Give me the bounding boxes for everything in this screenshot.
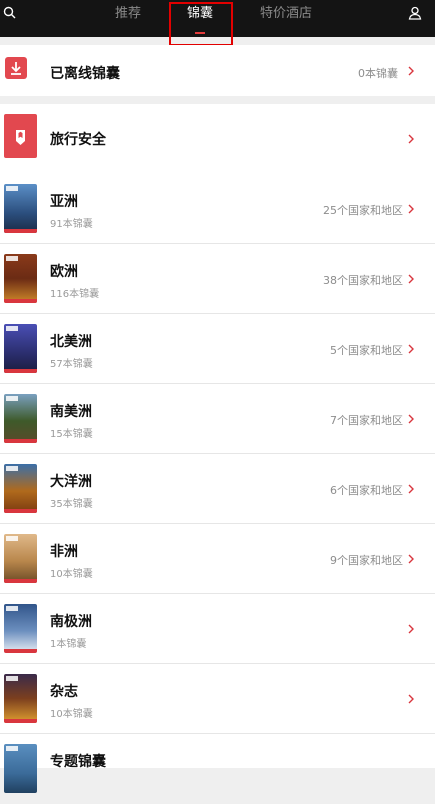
region-row-africa[interactable]: 非洲 10本锦囊 9个国家和地区	[0, 524, 435, 594]
chevron-right-icon	[408, 694, 414, 704]
guide-cover-thumbnail	[4, 394, 37, 443]
guide-cover-thumbnail	[4, 674, 37, 723]
region-guide-count: 1本锦囊	[50, 639, 87, 650]
guide-cover-thumbnail	[4, 604, 37, 653]
chevron-right-icon	[408, 554, 414, 564]
guide-cover-thumbnail	[4, 534, 37, 583]
region-name: 亚洲	[50, 194, 78, 210]
guide-cover-thumbnail	[4, 254, 37, 303]
chevron-right-icon	[408, 134, 414, 144]
region-row-south-america[interactable]: 南美洲 15本锦囊 7个国家和地区	[0, 384, 435, 454]
region-guide-count: 91本锦囊	[50, 219, 93, 230]
region-country-count: 5个国家和地区	[330, 344, 403, 357]
guide-cover-thumbnail	[4, 324, 37, 373]
tab-hotel-deals[interactable]: 特价酒店	[260, 7, 312, 21]
offline-guides-title: 已离线锦囊	[50, 66, 120, 82]
magazine-title: 杂志	[50, 684, 78, 700]
top-navigation-bar: 推荐 锦囊 特价酒店	[0, 0, 435, 46]
chevron-right-icon	[408, 624, 414, 634]
user-icon[interactable]	[408, 6, 422, 20]
region-country-count: 9个国家和地区	[330, 554, 403, 567]
region-guide-count: 15本锦囊	[50, 429, 93, 440]
chevron-right-icon	[408, 414, 414, 424]
guide-category-list: 旅行安全 亚洲 91本锦囊 25个国家和地区 欧洲 116本锦囊 38个国家和地…	[0, 104, 435, 793]
magazine-row[interactable]: 杂志 10本锦囊	[0, 664, 435, 734]
region-row-north-america[interactable]: 北美洲 57本锦囊 5个国家和地区	[0, 314, 435, 384]
offline-guides-count: 0本锦囊	[358, 67, 398, 80]
region-name: 南极洲	[50, 614, 92, 630]
chevron-right-icon	[408, 344, 414, 354]
region-row-antarctica[interactable]: 南极洲 1本锦囊	[0, 594, 435, 664]
chevron-right-icon	[408, 204, 414, 214]
chevron-right-icon	[408, 274, 414, 284]
region-guide-count: 116本锦囊	[50, 289, 100, 300]
topic-guides-row[interactable]: 专题锦囊	[0, 734, 435, 804]
guide-cover-thumbnail	[4, 184, 37, 233]
region-guide-count: 35本锦囊	[50, 499, 93, 510]
tab-highlight-box	[169, 2, 233, 46]
region-guide-count: 10本锦囊	[50, 569, 93, 580]
region-name: 南美洲	[50, 404, 92, 420]
region-country-count: 7个国家和地区	[330, 414, 403, 427]
chevron-right-icon	[408, 66, 414, 76]
region-country-count: 6个国家和地区	[330, 484, 403, 497]
region-row-oceania[interactable]: 大洋洲 35本锦囊 6个国家和地区	[0, 454, 435, 524]
region-row-asia[interactable]: 亚洲 91本锦囊 25个国家和地区	[0, 174, 435, 244]
region-name: 非洲	[50, 544, 78, 560]
region-name: 欧洲	[50, 264, 78, 280]
tab-recommend[interactable]: 推荐	[115, 7, 141, 21]
region-country-count: 38个国家和地区	[323, 274, 403, 287]
guide-cover-thumbnail	[4, 744, 37, 793]
region-country-count: 25个国家和地区	[323, 204, 403, 217]
chevron-right-icon	[408, 484, 414, 494]
travel-safety-title: 旅行安全	[50, 132, 106, 148]
shield-icon	[4, 114, 37, 158]
guide-cover-thumbnail	[4, 464, 37, 513]
topic-guides-title: 专题锦囊	[50, 754, 106, 770]
travel-safety-row[interactable]: 旅行安全	[0, 104, 435, 174]
download-icon	[5, 57, 27, 79]
region-name: 北美洲	[50, 334, 92, 350]
region-row-europe[interactable]: 欧洲 116本锦囊 38个国家和地区	[0, 244, 435, 314]
offline-guides-row[interactable]: 已离线锦囊 0本锦囊	[0, 45, 435, 96]
region-name: 大洋洲	[50, 474, 92, 490]
magazine-count: 10本锦囊	[50, 709, 93, 720]
region-guide-count: 57本锦囊	[50, 359, 93, 370]
